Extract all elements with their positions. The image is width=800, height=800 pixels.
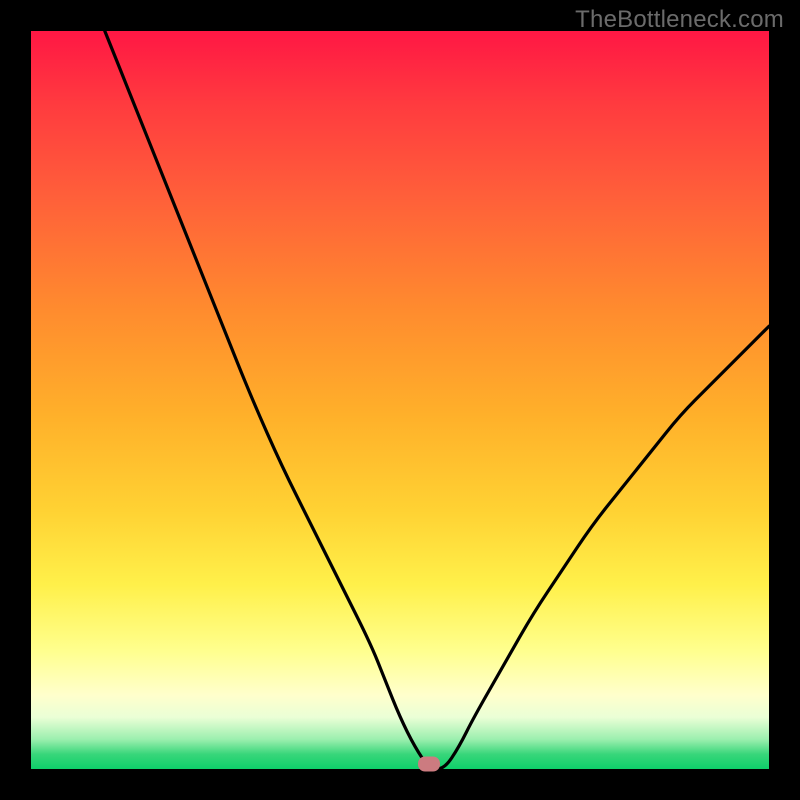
watermark-text: TheBottleneck.com [575, 6, 784, 34]
chart-frame: TheBottleneck.com [0, 0, 800, 800]
minimum-marker [418, 757, 440, 772]
bottleneck-curve [31, 31, 769, 769]
